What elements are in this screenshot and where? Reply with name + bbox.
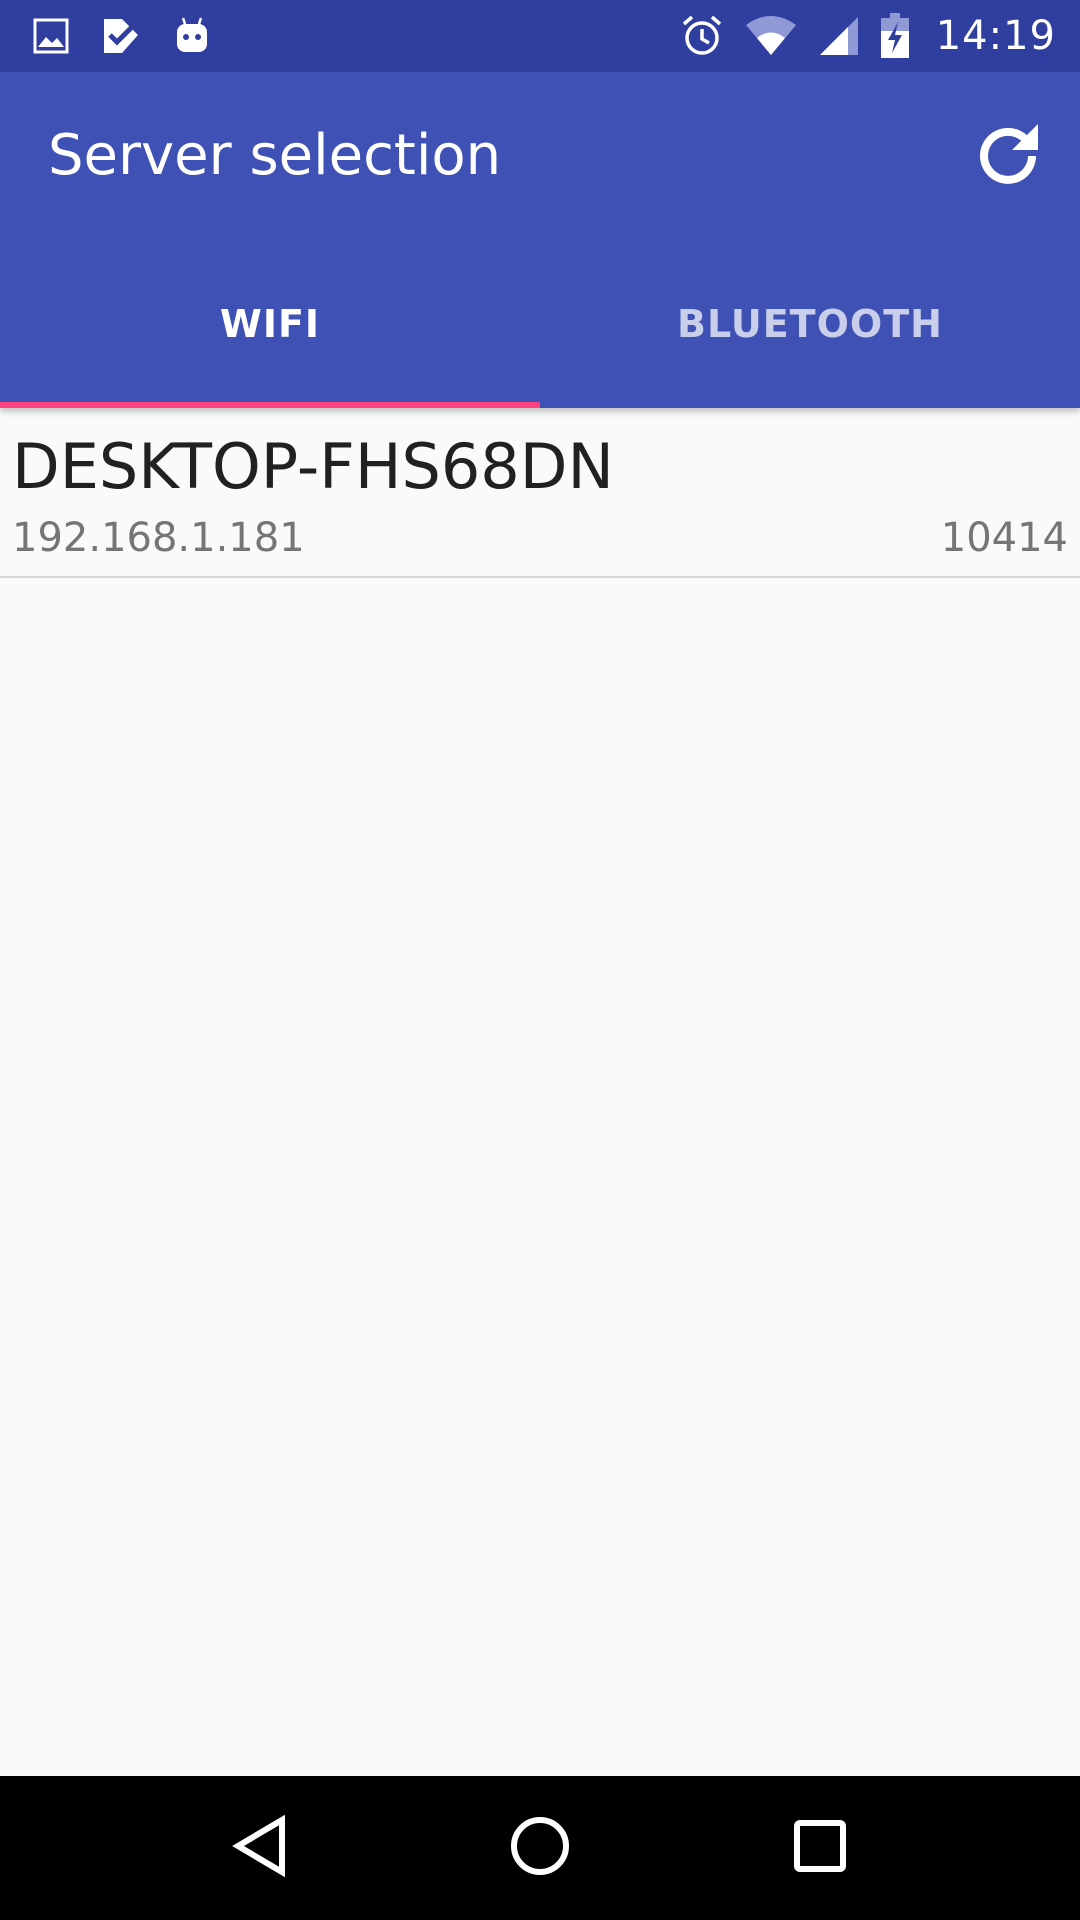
server-list: DESKTOP-FHS68DN 192.168.1.181 10414	[0, 408, 1080, 578]
back-button[interactable]	[200, 1788, 320, 1908]
toolbar: Server selection	[0, 72, 1080, 240]
server-ip-address: 192.168.1.181	[12, 515, 305, 561]
status-system-icons: 14:19	[680, 8, 1056, 64]
image-icon	[32, 17, 70, 55]
wifi-icon	[744, 15, 798, 57]
home-button[interactable]	[480, 1788, 600, 1908]
android-icon	[172, 16, 212, 56]
tab-wifi[interactable]: WIFI	[0, 240, 540, 408]
refresh-icon	[972, 118, 1044, 194]
server-selection-screen: 14:19 Server selection WIFI BLUETOOTH DE…	[0, 0, 1080, 1920]
navigation-bar	[0, 1776, 1080, 1920]
status-clock: 14:19	[935, 13, 1056, 59]
alarm-icon	[680, 14, 724, 58]
server-port: 10414	[940, 515, 1068, 561]
tab-bluetooth[interactable]: BLUETOOTH	[540, 240, 1080, 408]
status-bar: 14:19	[0, 0, 1080, 72]
status-notification-icons	[32, 12, 212, 60]
server-name: DESKTOP-FHS68DN	[12, 430, 614, 503]
server-list-item[interactable]: DESKTOP-FHS68DN 192.168.1.181 10414	[0, 408, 1080, 578]
tab-bluetooth-label: BLUETOOTH	[677, 302, 943, 346]
recents-icon	[792, 1818, 848, 1878]
home-icon	[508, 1814, 572, 1882]
tab-wifi-label: WIFI	[219, 302, 321, 346]
tab-selected-indicator	[0, 402, 540, 408]
battery-charging-icon	[880, 13, 910, 59]
recents-button[interactable]	[760, 1788, 880, 1908]
check-badge-icon	[100, 15, 142, 57]
page-title: Server selection	[48, 123, 502, 188]
refresh-button[interactable]	[960, 108, 1056, 204]
app-bar: Server selection WIFI BLUETOOTH	[0, 72, 1080, 408]
back-icon	[230, 1814, 290, 1882]
cell-signal-icon	[818, 15, 860, 57]
tab-bar: WIFI BLUETOOTH	[0, 240, 1080, 408]
